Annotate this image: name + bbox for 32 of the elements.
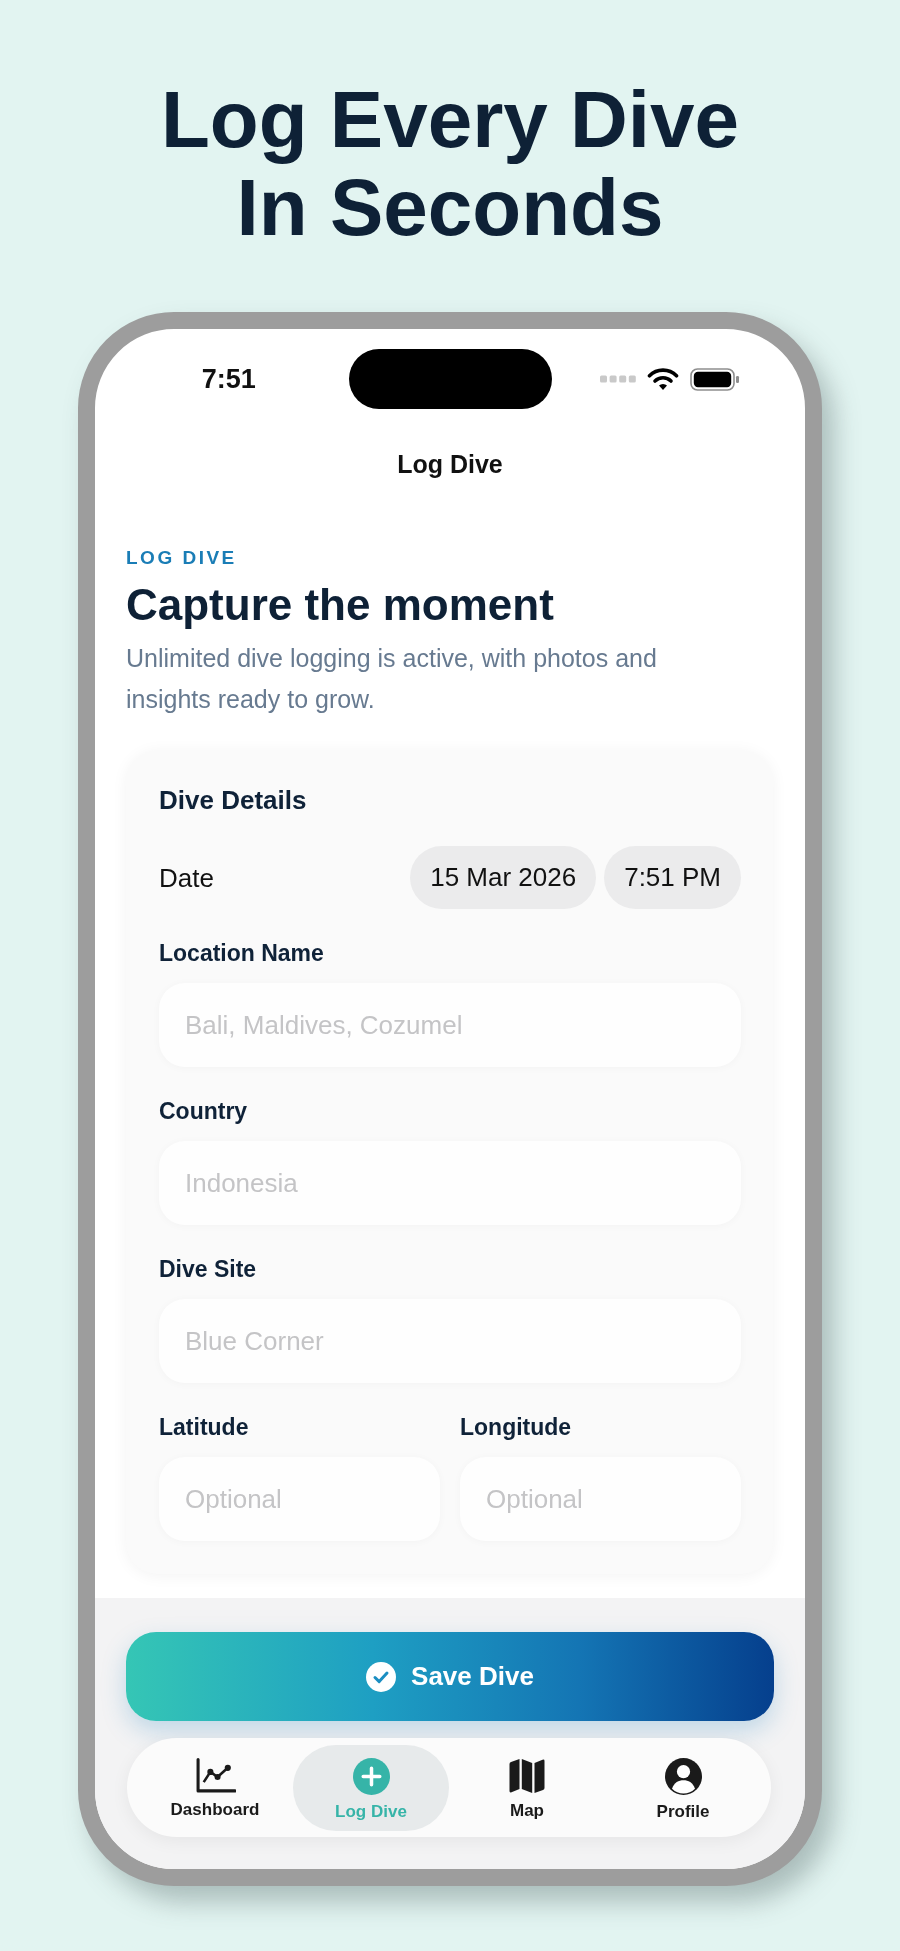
signal-icon [599, 375, 636, 383]
text-field[interactable]: Optional [460, 1457, 741, 1541]
status-time: 7:51 [201, 363, 256, 395]
check-circle-icon [366, 1661, 397, 1692]
plus-circle-icon [352, 1758, 390, 1795]
battery-icon [689, 367, 740, 391]
text-field[interactable]: Blue Corner [159, 1299, 741, 1383]
text-field[interactable]: Optional [159, 1457, 440, 1541]
screen-title: Capture the moment [126, 579, 554, 631]
wifi-icon [646, 367, 679, 391]
field-label: Dive Site [159, 1255, 257, 1283]
screen-subtitle: Unlimited dive logging is active, with photos and insights ready to grow. [126, 643, 658, 715]
text-field[interactable]: Bali, Maldives, Cozumel [159, 983, 741, 1067]
date-label: Date [159, 861, 214, 894]
tab-button[interactable]: Dashboard [137, 1745, 293, 1831]
eyebrow-label: LOG DIVE [126, 546, 237, 570]
nav-title: Log Dive [397, 449, 503, 479]
field-label: Latitude [159, 1413, 249, 1441]
field-label: Longitude [460, 1413, 572, 1441]
field-label: Location Name [159, 939, 324, 967]
text-field[interactable]: Indonesia [159, 1141, 741, 1225]
headline: Log Every Dive In Seconds [160, 76, 740, 252]
date-picker-button[interactable]: 15 Mar 2026 [410, 846, 597, 909]
field-label: Country [159, 1097, 248, 1125]
time-picker-button[interactable]: 7:51 PM [604, 846, 741, 909]
save-button[interactable]: Save Dive [126, 1632, 774, 1721]
person-circle-icon [664, 1758, 702, 1795]
map-icon [508, 1758, 546, 1794]
tab-button[interactable]: Map [449, 1745, 605, 1831]
card-title: Dive Details [159, 784, 307, 816]
tab-button[interactable]: Profile [605, 1745, 761, 1831]
line-chart-icon [194, 1758, 236, 1793]
